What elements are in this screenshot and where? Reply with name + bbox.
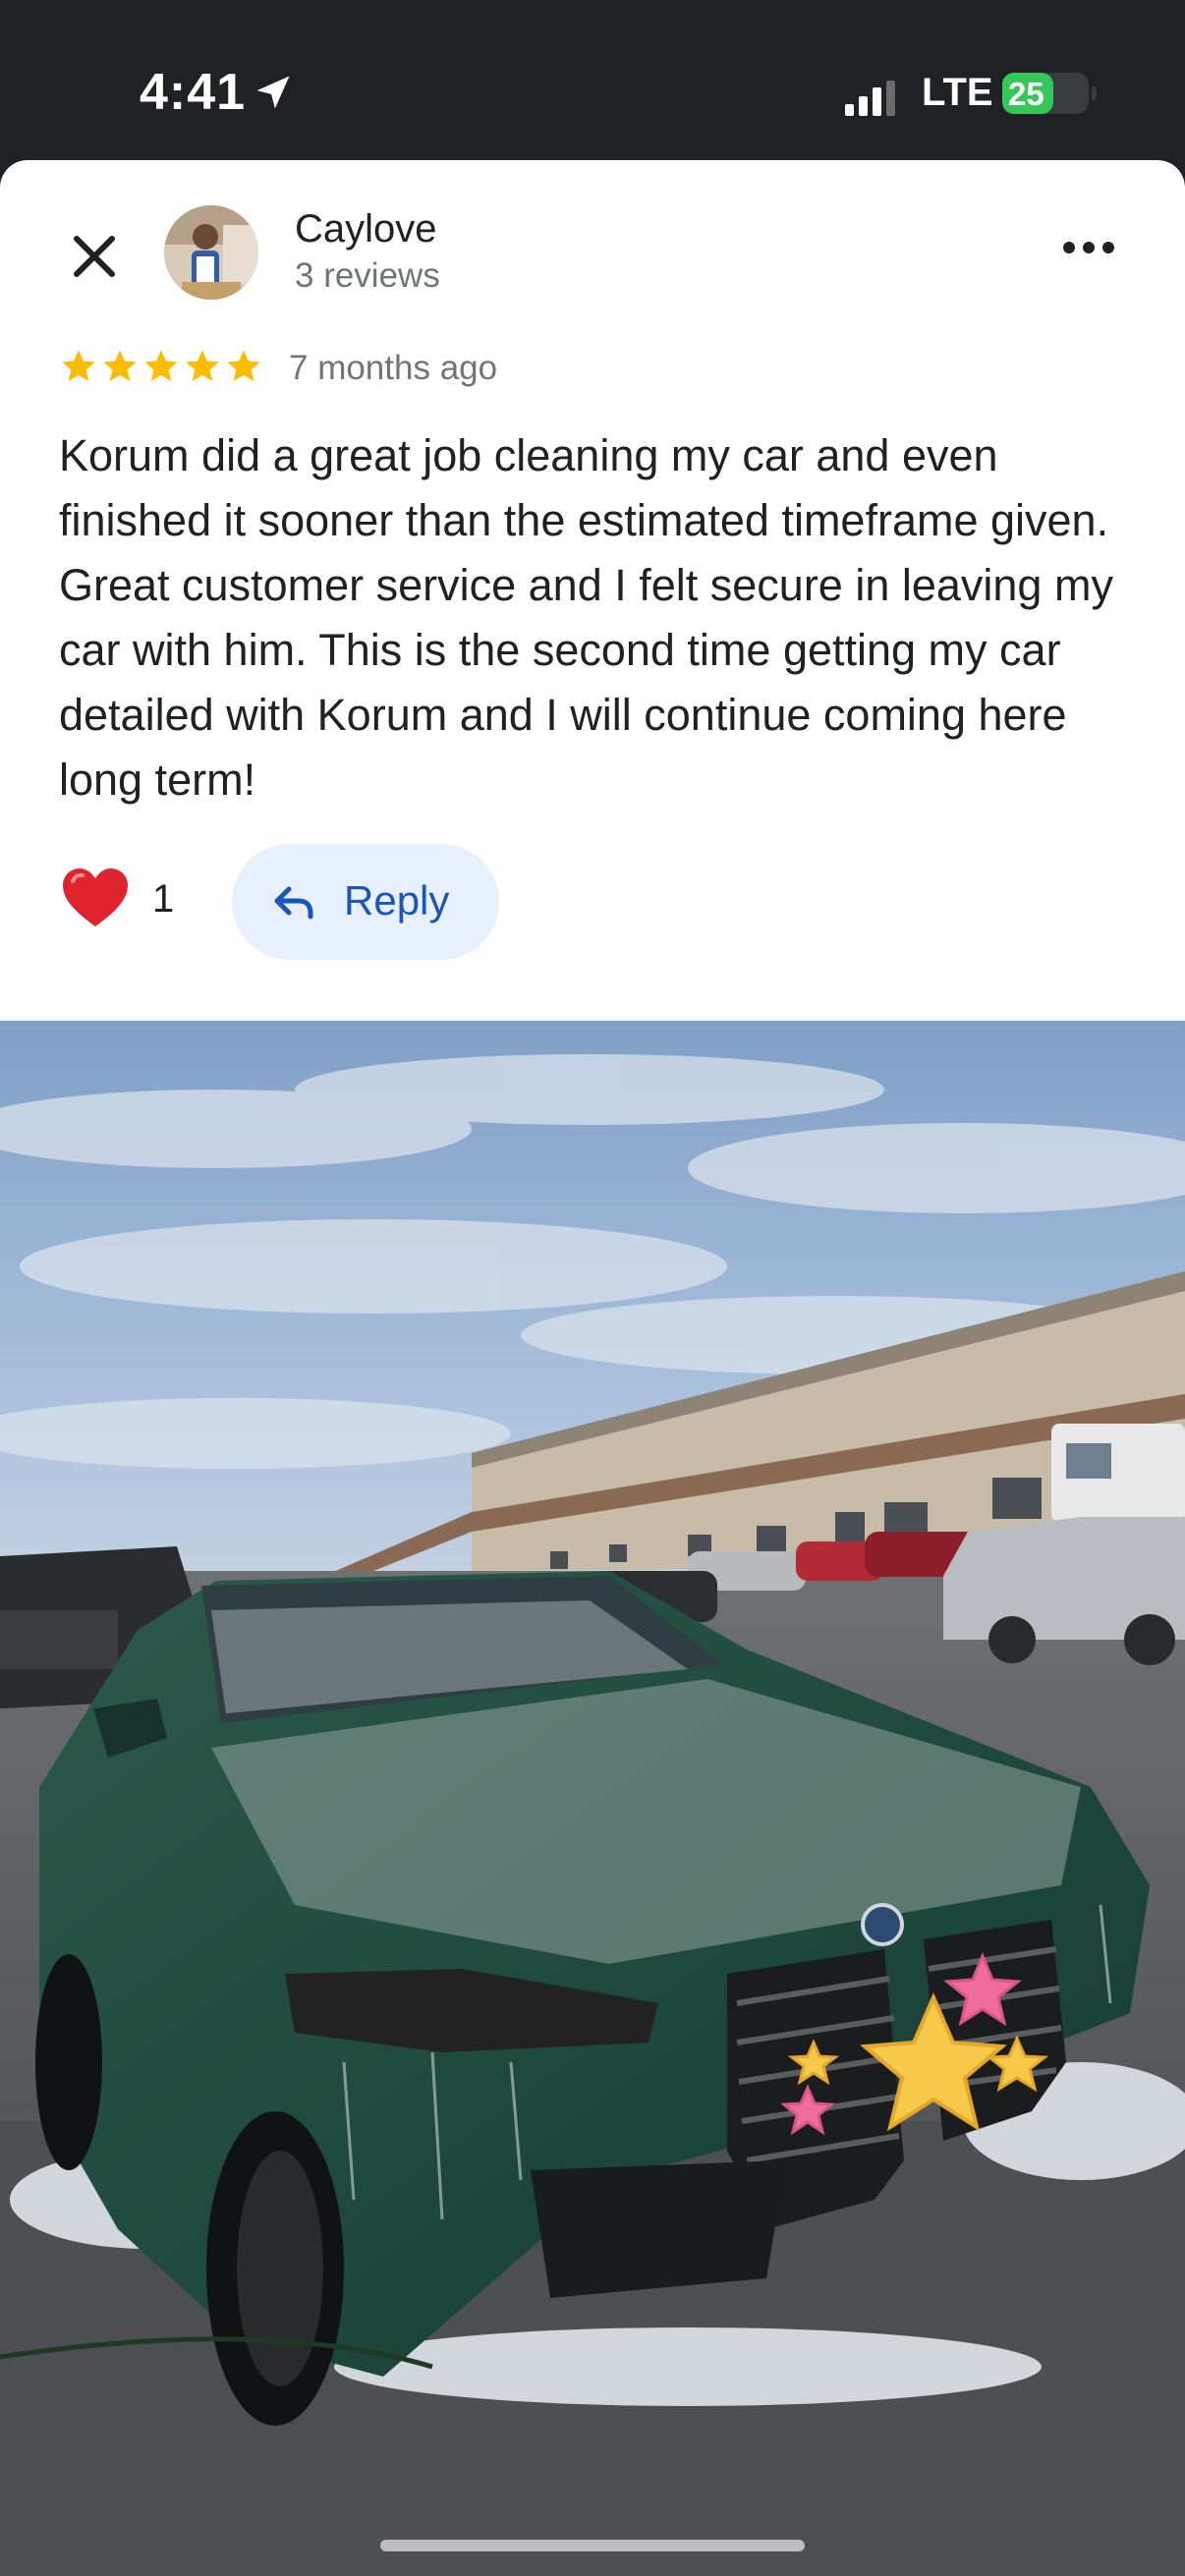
close-icon[interactable] [65, 227, 124, 286]
heart-icon[interactable] [59, 866, 132, 930]
review-time: 7 months ago [289, 349, 498, 387]
star-icon [227, 350, 260, 381]
review-text: Korum did a great job cleaning my car an… [59, 430, 1113, 805]
location-arrow-icon [256, 76, 290, 109]
star-icon [62, 350, 95, 381]
battery-nub [1092, 86, 1097, 100]
status-bar: 4:41 LTE 25 [0, 0, 1185, 162]
avatar[interactable] [164, 205, 258, 300]
review-photo[interactable] [0, 1021, 1185, 2576]
reviewer-review-count: 3 reviews [295, 256, 440, 295]
reply-label: Reply [344, 877, 450, 924]
star-icon [103, 350, 137, 381]
star-icon [186, 350, 219, 381]
network-type: LTE [922, 71, 993, 114]
review-sheet: Caylove 3 reviews 7 months ago Korum did… [0, 160, 1185, 1021]
battery-charging-icon: 25 [1002, 73, 1097, 114]
reply-button[interactable]: Reply [232, 844, 499, 960]
star-icon [144, 350, 178, 381]
reply-arrow-icon [274, 886, 313, 920]
reviewer-name[interactable]: Caylove [295, 207, 437, 252]
more-options-icon[interactable] [1061, 237, 1116, 258]
signal-bars-icon [845, 81, 895, 116]
battery-level: 25 [1008, 76, 1044, 112]
like-count: 1 [152, 877, 175, 921]
home-indicator[interactable] [380, 2540, 805, 2551]
status-time: 4:41 [140, 64, 247, 121]
rating-stars [59, 347, 263, 386]
